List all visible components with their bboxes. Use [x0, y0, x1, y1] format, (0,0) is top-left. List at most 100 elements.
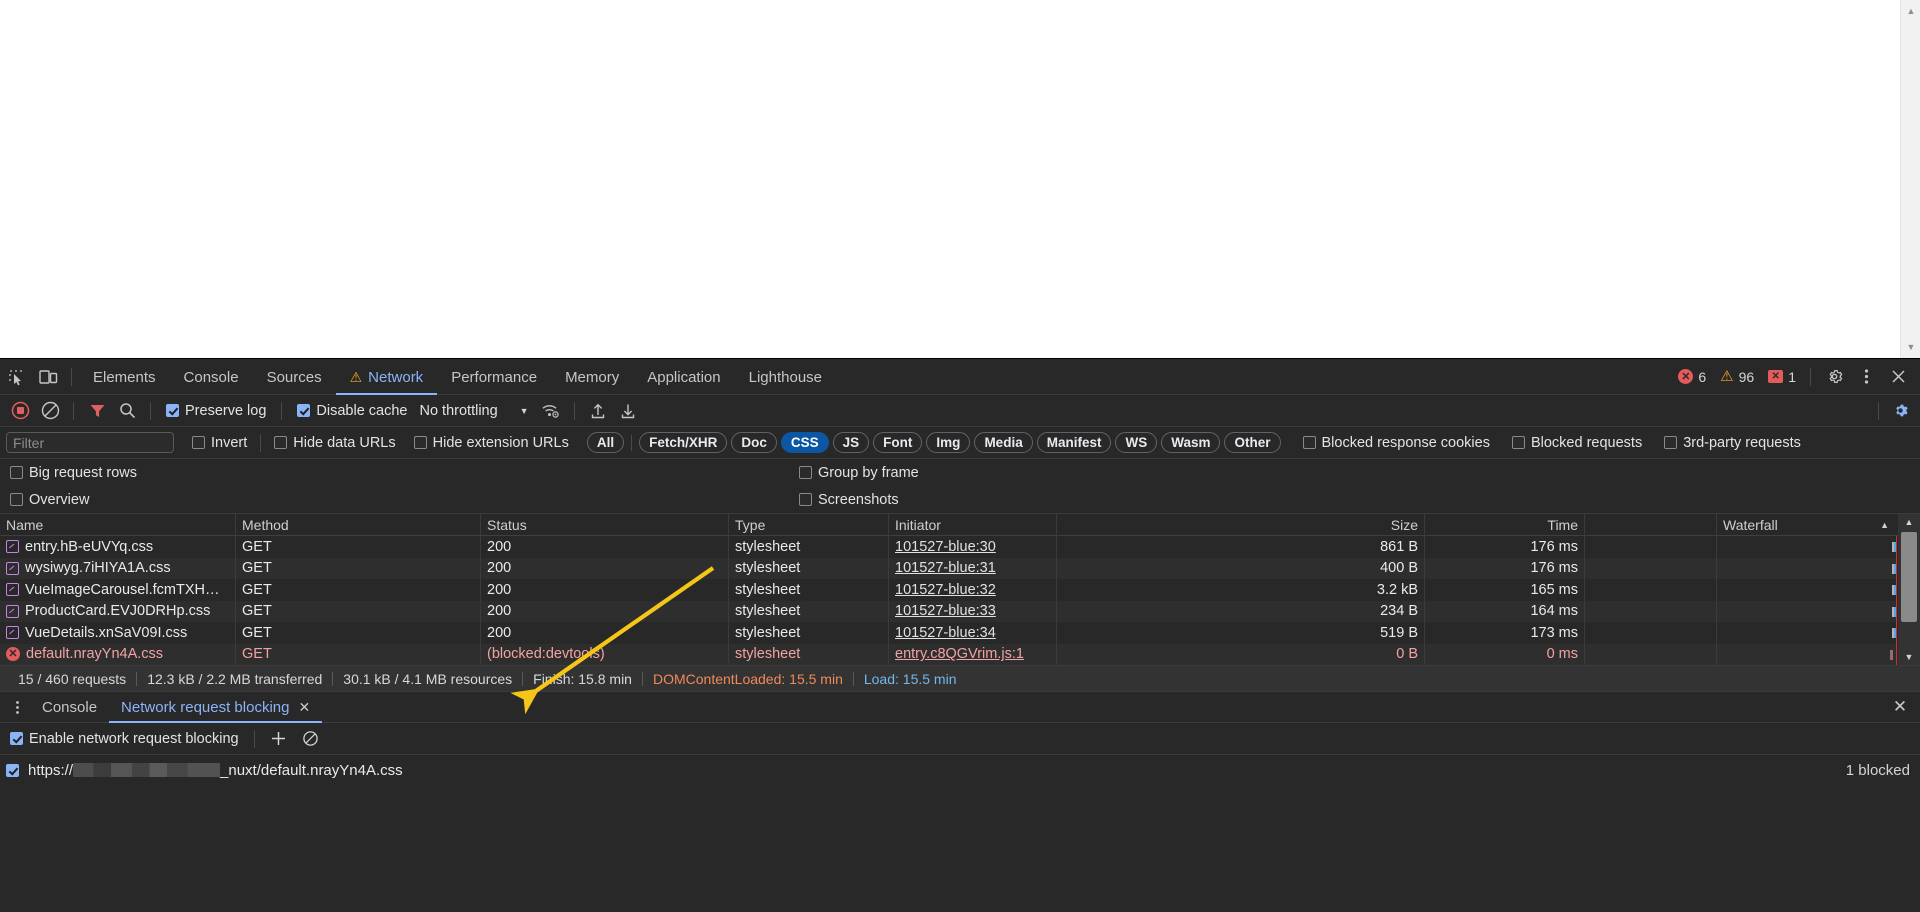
- tab-sources[interactable]: Sources: [253, 359, 336, 395]
- hide-extension-urls-checkbox[interactable]: Hide extension URLs: [408, 435, 575, 451]
- table-scrollbar-thumb[interactable]: [1901, 532, 1917, 622]
- add-pattern-icon[interactable]: [264, 726, 294, 752]
- table-row[interactable]: ✕ default.nrayYn4A.css GET (blocked:devtool…: [0, 643, 1920, 665]
- type-chip-media[interactable]: Media: [974, 432, 1033, 453]
- big-request-rows-checkbox[interactable]: Big request rows: [6, 465, 143, 481]
- blocked-pattern-row[interactable]: https:// _nuxt/default.nrayYn4A.css 1 bloc…: [0, 755, 1920, 785]
- table-row[interactable]: VueImageCarousel.fcmTXH… GET 200 stylesheet…: [0, 579, 1920, 601]
- hide-data-urls-checkbox[interactable]: Hide data URLs: [268, 435, 401, 451]
- blocked-requests-checkbox-box[interactable]: [1511, 436, 1525, 449]
- cell-initiator[interactable]: entry.c8QGVrim.js:1: [889, 643, 1057, 665]
- table-row[interactable]: entry.hB-eUVYq.css GET 200 stylesheet 101527…: [0, 536, 1920, 558]
- tab-application[interactable]: Application: [633, 359, 734, 395]
- type-chip-all[interactable]: All: [586, 432, 625, 453]
- table-row[interactable]: ProductCard.EVJ0DRHp.css GET 200 stylesheet…: [0, 600, 1920, 622]
- type-chip-css[interactable]: CSS: [780, 432, 829, 453]
- warning-counter[interactable]: ⚠ 96: [1713, 359, 1761, 395]
- drawer-tab-close-icon[interactable]: ✕: [298, 699, 310, 716]
- table-scrollbar[interactable]: ▲ ▼: [1898, 514, 1920, 665]
- search-button-icon[interactable]: [113, 398, 141, 424]
- cell-initiator[interactable]: 101527-blue:33: [889, 600, 1057, 622]
- page-scrollbar[interactable]: ▲ ▼: [1900, 0, 1920, 358]
- overview-checkbox-box[interactable]: [10, 493, 23, 506]
- network-conditions-icon[interactable]: [537, 398, 565, 424]
- preserve-log-checkbox[interactable]: Preserve log: [160, 403, 272, 419]
- record-button-icon[interactable]: [6, 398, 34, 424]
- invert-checkbox[interactable]: Invert: [186, 435, 253, 451]
- import-har-icon[interactable]: [584, 398, 612, 424]
- type-chip-other[interactable]: Other: [1224, 432, 1281, 453]
- third-party-requests-checkbox-box[interactable]: [1664, 436, 1678, 449]
- column-header-waterfall[interactable]: Waterfall ▲: [1717, 514, 1920, 535]
- preserve-log-checkbox-box[interactable]: [166, 404, 179, 417]
- enable-blocking-checkbox[interactable]: Enable network request blocking: [6, 731, 245, 747]
- group-by-frame-checkbox[interactable]: Group by frame: [793, 465, 925, 481]
- cell-name[interactable]: entry.hB-eUVYq.css: [0, 536, 236, 558]
- blocked-response-cookies-checkbox-box[interactable]: [1302, 436, 1316, 449]
- throttling-dropdown[interactable]: No throttling ▼: [415, 403, 534, 419]
- cell-name[interactable]: ProductCard.EVJ0DRHp.css: [0, 600, 236, 622]
- network-settings-gear-icon[interactable]: [1886, 398, 1914, 424]
- chevron-down-icon[interactable]: ▼: [520, 406, 529, 416]
- column-header-method[interactable]: Method: [236, 514, 481, 535]
- group-by-frame-checkbox-box[interactable]: [799, 466, 812, 479]
- overview-checkbox[interactable]: Overview: [6, 492, 95, 508]
- drawer-close-icon[interactable]: ✕: [1888, 695, 1912, 719]
- table-row[interactable]: wysiwyg.7iHIYA1A.css GET 200 stylesheet 1015…: [0, 557, 1920, 579]
- screenshots-checkbox-box[interactable]: [799, 493, 812, 506]
- invert-checkbox-box[interactable]: [192, 436, 205, 449]
- error-counter[interactable]: ✕ 6: [1671, 359, 1713, 395]
- clear-button-icon[interactable]: [36, 398, 64, 424]
- cell-initiator[interactable]: 101527-blue:31: [889, 557, 1057, 579]
- cell-name[interactable]: VueImageCarousel.fcmTXH…: [0, 579, 236, 601]
- drawer-tab-network-request-blocking[interactable]: Network request blocking ✕: [109, 692, 322, 723]
- drawer-tab-console[interactable]: Console: [30, 692, 109, 723]
- column-header-status[interactable]: Status: [481, 514, 729, 535]
- enable-blocking-checkbox-box[interactable]: [10, 732, 23, 745]
- cell-name[interactable]: VueDetails.xnSaV09I.css: [0, 622, 236, 644]
- column-header-initiator[interactable]: Initiator: [889, 514, 1057, 535]
- table-row[interactable]: VueDetails.xnSaV09I.css GET 200 stylesheet 1…: [0, 622, 1920, 644]
- blocked-pattern-checkbox[interactable]: [6, 763, 19, 777]
- tab-network[interactable]: ⚠ Network: [336, 359, 438, 395]
- type-chip-wasm[interactable]: Wasm: [1161, 432, 1221, 453]
- cell-initiator[interactable]: 101527-blue:34: [889, 622, 1057, 644]
- type-chip-js[interactable]: JS: [832, 432, 870, 453]
- scroll-down-arrow-icon[interactable]: ▼: [1901, 338, 1920, 356]
- device-toolbar-icon[interactable]: [32, 359, 64, 395]
- type-chip-doc[interactable]: Doc: [731, 432, 777, 453]
- remove-all-patterns-icon[interactable]: [296, 726, 326, 752]
- column-header-time[interactable]: Time: [1425, 514, 1585, 535]
- third-party-requests-checkbox[interactable]: 3rd-party requests: [1658, 435, 1807, 451]
- info-counter[interactable]: ✕ 1: [1761, 359, 1803, 395]
- filter-input[interactable]: [6, 432, 174, 453]
- export-har-icon[interactable]: [614, 398, 642, 424]
- column-header-name[interactable]: Name: [0, 514, 236, 535]
- type-chip-font[interactable]: Font: [873, 432, 923, 453]
- table-scroll-up-icon[interactable]: ▲: [1898, 514, 1920, 530]
- inspect-element-icon[interactable]: [0, 359, 32, 395]
- type-chip-ws[interactable]: WS: [1115, 432, 1158, 453]
- table-scroll-down-icon[interactable]: ▼: [1898, 649, 1920, 665]
- tab-elements[interactable]: Elements: [79, 359, 170, 395]
- close-devtools-icon[interactable]: [1882, 359, 1914, 395]
- column-header-blank[interactable]: [1585, 514, 1717, 535]
- big-request-rows-checkbox-box[interactable]: [10, 466, 23, 479]
- filter-button-icon[interactable]: [83, 398, 111, 424]
- scroll-up-arrow-icon[interactable]: ▲: [1901, 2, 1920, 20]
- type-chip-manifest[interactable]: Manifest: [1036, 432, 1112, 453]
- disable-cache-checkbox[interactable]: Disable cache: [291, 403, 413, 419]
- blocked-response-cookies-checkbox[interactable]: Blocked response cookies: [1297, 435, 1496, 451]
- more-options-icon[interactable]: [1850, 359, 1882, 395]
- drawer-more-options-icon[interactable]: [4, 694, 30, 720]
- settings-gear-icon[interactable]: [1818, 359, 1850, 395]
- hide-data-urls-checkbox-box[interactable]: [274, 436, 288, 449]
- tab-lighthouse[interactable]: Lighthouse: [735, 359, 836, 395]
- cell-name[interactable]: wysiwyg.7iHIYA1A.css: [0, 557, 236, 579]
- disable-cache-checkbox-box[interactable]: [297, 404, 311, 417]
- screenshots-checkbox[interactable]: Screenshots: [793, 492, 905, 508]
- cell-initiator[interactable]: 101527-blue:32: [889, 579, 1057, 601]
- column-header-type[interactable]: Type: [729, 514, 889, 535]
- blocked-requests-checkbox[interactable]: Blocked requests: [1506, 435, 1648, 451]
- cell-initiator[interactable]: 101527-blue:30: [889, 536, 1057, 558]
